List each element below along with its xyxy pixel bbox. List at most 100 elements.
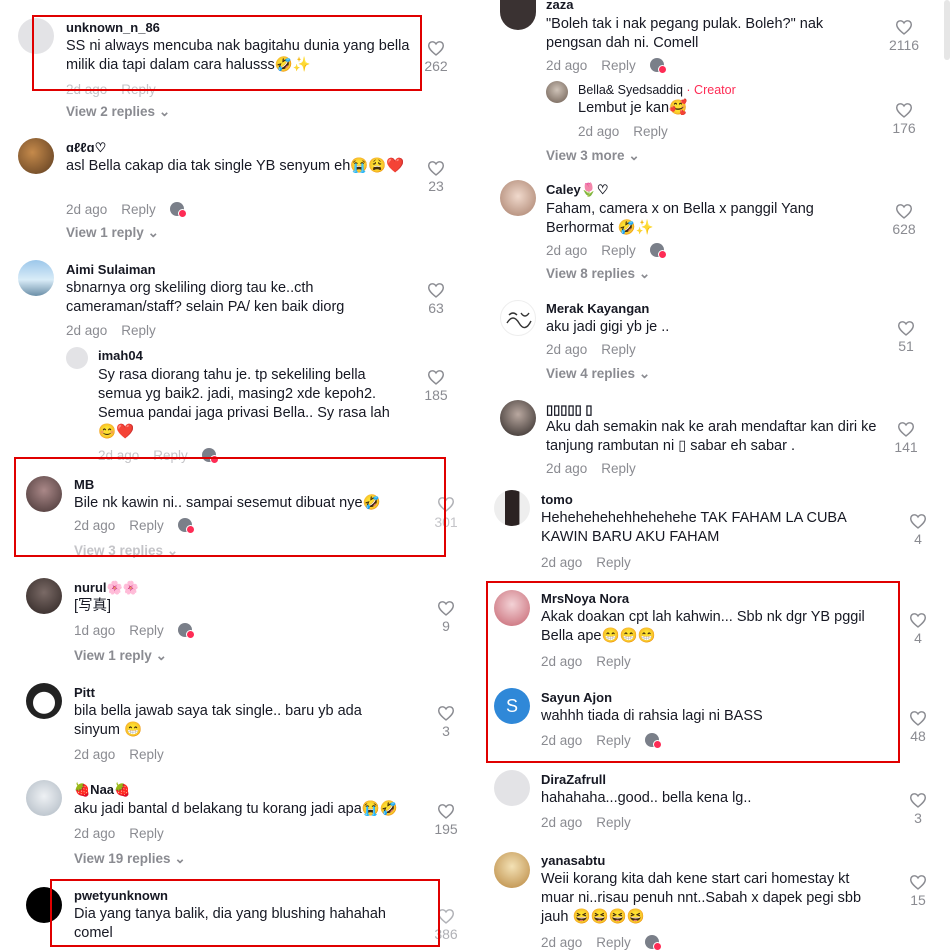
- like-count: 2116: [888, 37, 920, 53]
- view-replies-button[interactable]: View 2 replies ⌄: [66, 104, 170, 120]
- avatar[interactable]: [18, 138, 54, 174]
- like-button[interactable]: 4: [898, 513, 938, 547]
- heart-outline-icon: [909, 793, 927, 808]
- view-replies-button[interactable]: View 8 replies ⌄: [546, 266, 650, 282]
- avatar[interactable]: [500, 0, 536, 30]
- comment-username[interactable]: ɑℓℓɑ♡: [66, 140, 106, 156]
- view-more-button[interactable]: View 3 more ⌄: [546, 148, 640, 164]
- comment-text: "Boleh tak i nak pegang pulak. Boleh?" n…: [546, 16, 824, 51]
- comment-meta: 2d ago Reply: [546, 342, 636, 357]
- like-count: 3: [442, 723, 450, 739]
- like-button[interactable]: 2116: [884, 19, 924, 53]
- comment-username[interactable]: zaza: [546, 0, 573, 12]
- comment-username[interactable]: yanasabtu: [541, 853, 605, 868]
- comment-username[interactable]: Caley🌷♡: [546, 182, 609, 198]
- comment-username[interactable]: Pitt: [74, 685, 95, 700]
- view-replies-label: View 1 reply: [66, 225, 144, 240]
- like-button[interactable]: 9: [426, 600, 466, 634]
- reply-button[interactable]: Reply: [601, 243, 636, 258]
- avatar[interactable]: [494, 852, 530, 888]
- comment-date: 2d ago: [66, 202, 108, 217]
- comment-date: 2d ago: [74, 747, 116, 762]
- like-button[interactable]: 48: [898, 710, 938, 744]
- scrollbar[interactable]: [944, 0, 950, 60]
- like-button[interactable]: 628: [884, 203, 924, 237]
- highlight-box: [14, 457, 446, 557]
- avatar[interactable]: [494, 490, 530, 526]
- like-button[interactable]: 262: [416, 40, 456, 74]
- comment-text: Faham, camera x on Bella x panggil Yang …: [546, 201, 814, 236]
- like-button[interactable]: 195: [426, 803, 466, 837]
- creator-liked-avatar: [644, 935, 662, 951]
- heart-outline-icon: [909, 514, 927, 529]
- avatar[interactable]: [546, 81, 568, 103]
- like-button[interactable]: 141: [886, 421, 926, 455]
- comment-username[interactable]: ▯▯▯▯▯ ▯: [546, 402, 593, 418]
- avatar[interactable]: [26, 683, 62, 719]
- like-count: 628: [892, 221, 916, 237]
- comment-meta: 2d ago Reply: [546, 243, 667, 259]
- avatar[interactable]: [26, 780, 62, 816]
- view-replies-button[interactable]: View 1 reply ⌄: [74, 648, 167, 664]
- view-replies-button[interactable]: View 4 replies ⌄: [546, 366, 650, 382]
- comment-username[interactable]: tomo: [541, 492, 573, 507]
- reply-button[interactable]: Reply: [596, 555, 631, 570]
- chevron-down-icon: ⌄: [638, 366, 651, 381]
- comment-date: 2d ago: [546, 461, 588, 476]
- comment-text: Weii korang kita dah kene start cari hom…: [541, 871, 862, 925]
- like-button[interactable]: 23: [416, 160, 456, 194]
- avatar[interactable]: [66, 347, 88, 369]
- comment-username[interactable]: DiraZafrull: [541, 772, 606, 787]
- reply-button[interactable]: Reply: [596, 935, 631, 950]
- reply-button[interactable]: Reply: [129, 826, 164, 841]
- avatar[interactable]: [500, 180, 536, 216]
- view-replies-button[interactable]: View 1 reply ⌄: [66, 225, 159, 241]
- like-button[interactable]: 176: [884, 102, 924, 136]
- comment-date: 1d ago: [74, 623, 116, 638]
- comment-meta: 2d ago Reply: [546, 58, 667, 74]
- like-button[interactable]: 3: [898, 792, 938, 826]
- avatar[interactable]: [500, 400, 536, 436]
- avatar[interactable]: [500, 300, 536, 336]
- like-button[interactable]: 4: [898, 612, 938, 646]
- reply-button[interactable]: Reply: [601, 58, 636, 73]
- comment-date: 2d ago: [541, 935, 583, 950]
- reply-button[interactable]: Reply: [601, 342, 636, 357]
- view-replies-button[interactable]: View 19 replies ⌄: [74, 851, 186, 867]
- like-button[interactable]: 185: [416, 369, 456, 403]
- like-button[interactable]: 3: [426, 705, 466, 739]
- reply-button[interactable]: Reply: [596, 815, 631, 830]
- comment-date: 2d ago: [546, 342, 588, 357]
- like-button[interactable]: 63: [416, 282, 456, 316]
- reply-button[interactable]: Reply: [121, 323, 156, 338]
- heart-outline-icon: [437, 804, 455, 819]
- reply-button[interactable]: Reply: [601, 461, 636, 476]
- heart-outline-icon: [909, 711, 927, 726]
- reply-button[interactable]: Reply: [633, 124, 668, 139]
- like-button[interactable]: 15: [898, 874, 938, 908]
- comment-username[interactable]: imah04: [98, 348, 143, 363]
- avatar[interactable]: [18, 260, 54, 296]
- chevron-down-icon: ⌄: [628, 148, 640, 163]
- creator-username: Bella& Syedsaddiq: [578, 83, 683, 97]
- reply-button[interactable]: Reply: [129, 747, 164, 762]
- heart-outline-icon: [895, 20, 913, 35]
- like-button[interactable]: 51: [886, 320, 926, 354]
- comment-username[interactable]: Merak Kayangan: [546, 301, 649, 316]
- reply-button[interactable]: Reply: [129, 623, 164, 638]
- comment-username[interactable]: nurul🌸🌸: [74, 580, 139, 596]
- like-count: 23: [428, 178, 444, 194]
- comment-username[interactable]: Aimi Sulaiman: [66, 262, 156, 277]
- comment-text: Hehehehehehhehehehe TAK FAHAM LA CUBA KA…: [541, 510, 846, 545]
- avatar[interactable]: [26, 578, 62, 614]
- like-count: 4: [914, 630, 922, 646]
- comment-meta: 2d ago Reply: [541, 555, 631, 570]
- heart-outline-icon: [897, 321, 915, 336]
- heart-outline-icon: [895, 103, 913, 118]
- reply-button[interactable]: Reply: [121, 202, 156, 217]
- comment-username[interactable]: 🍓Naa🍓: [74, 782, 130, 798]
- heart-outline-icon: [427, 41, 445, 56]
- comment-text: sbnarnya org skeliling diorg tau ke..cth…: [66, 280, 345, 315]
- avatar[interactable]: [494, 770, 530, 806]
- comment-username[interactable]: Bella& Syedsaddiq · Creator: [578, 83, 736, 97]
